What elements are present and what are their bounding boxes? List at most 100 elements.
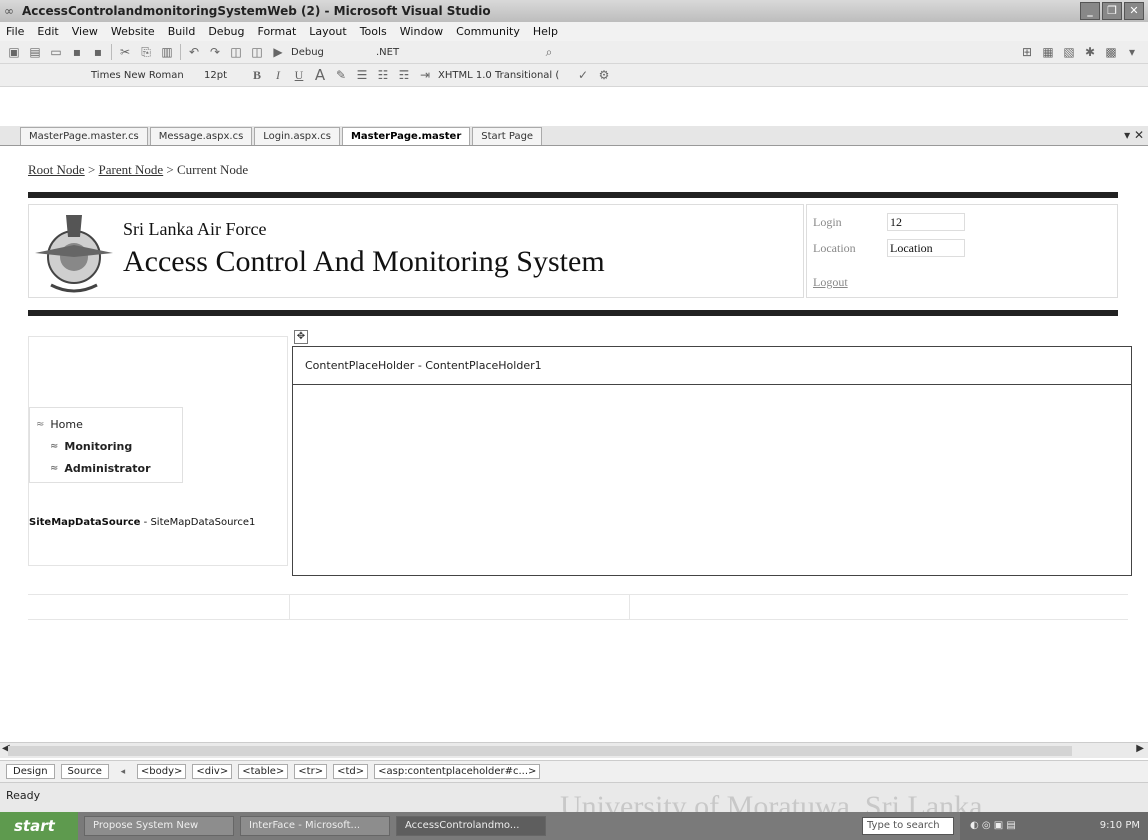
tag-contentplaceholder[interactable]: <asp:contentplaceholder#c...>	[374, 764, 541, 779]
title-bar: ∞ AccessControlandmonitoringSystemWeb (2…	[0, 0, 1148, 22]
object-browser-icon[interactable]: ▧	[1061, 44, 1077, 60]
tab-controls: ▾ ✕	[1124, 128, 1144, 142]
start-debug-icon[interactable]: ▶	[270, 44, 286, 60]
menu-view[interactable]: View	[72, 25, 98, 38]
menu-tools[interactable]: Tools	[360, 25, 387, 38]
menu-build[interactable]: Build	[168, 25, 196, 38]
menu-file[interactable]: File	[6, 25, 24, 38]
tab-masterpage-master[interactable]: MasterPage.master	[341, 127, 471, 145]
cut-icon[interactable]: ✂	[117, 44, 133, 60]
breadcrumb: Root Node > Parent Node > Current Node	[28, 162, 248, 178]
highlight-icon[interactable]: ✎	[333, 67, 349, 83]
scroll-right-icon[interactable]: ▶	[1136, 743, 1144, 754]
underline-button[interactable]: U	[291, 67, 307, 83]
indent-icon[interactable]: ⇥	[417, 67, 433, 83]
accessibility-icon[interactable]: ⚙	[596, 67, 612, 83]
minimize-button[interactable]: _	[1080, 2, 1100, 20]
toolbox-icon[interactable]: ✱	[1082, 44, 1098, 60]
save-icon[interactable]: ▪	[69, 44, 85, 60]
find-icon[interactable]: ⌕	[541, 44, 557, 60]
source-view-button[interactable]: Source	[60, 764, 109, 779]
design-view-button[interactable]: Design	[6, 764, 55, 779]
taskbar-item-propose[interactable]: Propose System New	[84, 816, 234, 836]
move-handle-icon[interactable]: ✥	[294, 330, 308, 344]
open-file-icon[interactable]: ▭	[48, 44, 64, 60]
taskbar-item-interface[interactable]: InterFace - Microsoft...	[240, 816, 390, 836]
menu-help[interactable]: Help	[533, 25, 558, 38]
numbered-list-icon[interactable]: ☷	[375, 67, 391, 83]
validate-icon[interactable]: ✓	[575, 67, 591, 83]
menu-layout[interactable]: Layout	[309, 25, 346, 38]
add-item-icon[interactable]: ▤	[27, 44, 43, 60]
font-color-icon[interactable]: A	[312, 67, 328, 83]
tab-start-page[interactable]: Start Page	[472, 127, 543, 145]
nav-back-icon[interactable]: ◫	[228, 44, 244, 60]
toolbar-separator	[180, 44, 181, 60]
navigation-cell: ≈ Home ≈ Monitoring ≈ Administrator Site…	[28, 336, 288, 566]
sitemap-id: SiteMapDataSource1	[150, 517, 256, 528]
tag-table[interactable]: <table>	[238, 764, 289, 779]
close-tab-icon[interactable]: ✕	[1134, 128, 1144, 142]
login-value: 12	[887, 213, 965, 231]
scroll-thumb[interactable]	[8, 746, 1072, 756]
content-placeholder[interactable]: ContentPlaceHolder - ContentPlaceHolder1	[292, 346, 1132, 576]
undo-icon[interactable]: ↶	[186, 44, 202, 60]
redo-icon[interactable]: ↷	[207, 44, 223, 60]
content-placeholder-label: ContentPlaceHolder - ContentPlaceHolder1	[293, 347, 1131, 385]
bulleted-list-icon[interactable]: ☶	[396, 67, 412, 83]
font-size-select[interactable]: 12pt	[204, 70, 244, 81]
tab-login-aspx-cs[interactable]: Login.aspx.cs	[254, 127, 340, 145]
start-button[interactable]: start	[0, 812, 78, 840]
menu-arrow-icon: ≈	[50, 463, 59, 474]
breadcrumb-separator: >	[87, 162, 96, 177]
horizontal-scrollbar[interactable]: ◀ ▶	[0, 742, 1148, 758]
tag-nav-back-icon[interactable]: ◂	[115, 764, 131, 780]
restore-button[interactable]: ❐	[1102, 2, 1122, 20]
taskbar-search-input[interactable]: Type to search	[862, 817, 954, 835]
breadcrumb-parent-link[interactable]: Parent Node	[99, 162, 164, 177]
menu-website[interactable]: Website	[111, 25, 155, 38]
logout-link[interactable]: Logout	[813, 275, 848, 290]
properties-icon[interactable]: ▦	[1040, 44, 1056, 60]
bold-button[interactable]: B	[249, 67, 265, 83]
font-select[interactable]: Times New Roman	[91, 70, 199, 81]
start-page-icon[interactable]: ▩	[1103, 44, 1119, 60]
design-surface[interactable]: Root Node > Parent Node > Current Node S…	[0, 146, 1148, 760]
tag-tr[interactable]: <tr>	[294, 764, 328, 779]
solution-config-select[interactable]: Debug	[291, 47, 371, 58]
menu-community[interactable]: Community	[456, 25, 520, 38]
save-all-icon[interactable]: ▪	[90, 44, 106, 60]
solution-explorer-icon[interactable]: ⊞	[1019, 44, 1035, 60]
tag-td[interactable]: <td>	[333, 764, 369, 779]
close-button[interactable]: ✕	[1124, 2, 1144, 20]
organization-name: Sri Lanka Air Force	[123, 219, 267, 239]
menu-edit[interactable]: Edit	[37, 25, 58, 38]
sitemap-datasource[interactable]: SiteMapDataSource - SiteMapDataSource1	[29, 517, 255, 528]
tab-message-aspx-cs[interactable]: Message.aspx.cs	[149, 127, 253, 145]
view-switcher-bar: Design Source ◂ <body> <div> <table> <tr…	[0, 760, 1148, 782]
tag-div[interactable]: <div>	[192, 764, 233, 779]
menu-window[interactable]: Window	[400, 25, 443, 38]
new-project-icon[interactable]: ▣	[6, 44, 22, 60]
window-title: AccessControlandmonitoringSystemWeb (2) …	[22, 4, 491, 18]
align-icon[interactable]: ☰	[354, 67, 370, 83]
doctype-select[interactable]: XHTML 1.0 Transitional (	[438, 70, 570, 81]
menu-item-administrator[interactable]: ≈ Administrator	[50, 462, 151, 475]
copy-icon[interactable]: ⎘	[138, 44, 154, 60]
menu-debug[interactable]: Debug	[208, 25, 244, 38]
taskbar-item-accesscontrol[interactable]: AccessControlandmo...	[396, 816, 546, 836]
paste-icon[interactable]: ▥	[159, 44, 175, 60]
menu-item-home[interactable]: ≈ Home	[36, 418, 83, 431]
menu-format[interactable]: Format	[258, 25, 297, 38]
tab-masterpage-master-cs[interactable]: MasterPage.master.cs	[20, 127, 148, 145]
platform-select[interactable]: .NET	[376, 47, 536, 58]
nav-forward-icon[interactable]: ◫	[249, 44, 265, 60]
more-tools-icon[interactable]: ▾	[1124, 44, 1140, 60]
status-text: Ready	[6, 789, 41, 802]
menu-item-monitoring[interactable]: ≈ Monitoring	[50, 440, 132, 453]
header-divider	[28, 310, 1118, 316]
tab-list-icon[interactable]: ▾	[1124, 128, 1130, 142]
breadcrumb-root-link[interactable]: Root Node	[28, 162, 85, 177]
italic-button[interactable]: I	[270, 67, 286, 83]
tag-body[interactable]: <body>	[136, 764, 187, 779]
